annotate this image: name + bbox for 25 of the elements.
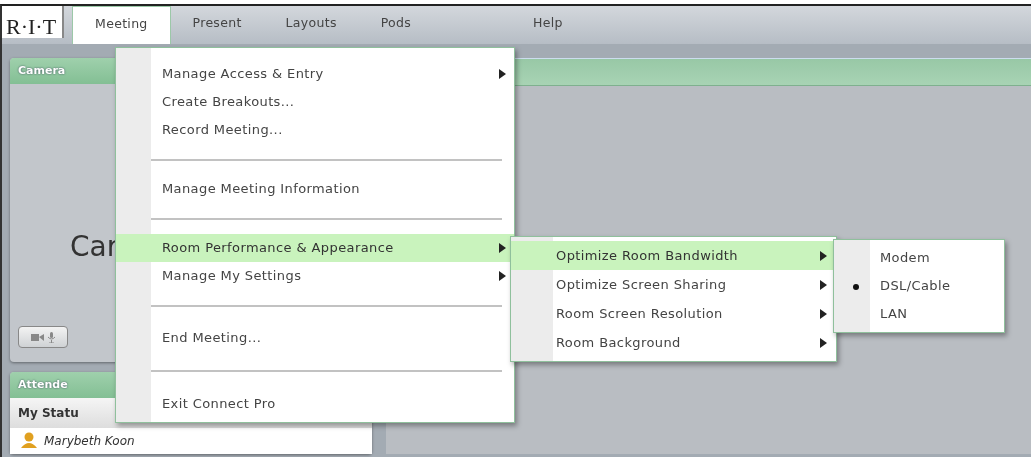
logo: R·I·T — [2, 6, 65, 38]
menu-option[interactable]: Create Breakouts... — [116, 88, 514, 116]
menu-option[interactable]: Room Background — [511, 328, 836, 357]
attendee-name: Marybeth Koon — [44, 433, 135, 450]
menu-option[interactable]: Record Meeting... — [116, 116, 514, 144]
camera-voice-button[interactable] — [18, 326, 68, 348]
menu-option[interactable]: Manage Meeting Information — [116, 175, 514, 203]
menu-item[interactable]: Meeting — [72, 6, 171, 44]
menu-option[interactable]: Manage My Settings — [116, 262, 514, 290]
menu-option[interactable]: Optimize Room Bandwidth — [511, 241, 836, 270]
menu-option[interactable]: Modem — [834, 244, 1004, 272]
menu-option[interactable]: Optimize Screen Sharing — [511, 270, 836, 299]
person-icon — [20, 432, 38, 448]
microphone-icon — [46, 331, 56, 343]
menu-item[interactable]: Present — [170, 6, 264, 44]
menu-option[interactable]: End Meeting... — [116, 321, 514, 355]
menu-option[interactable]: DSL/Cable — [834, 272, 1004, 300]
menu-option[interactable]: LAN — [834, 300, 1004, 328]
camera-icon — [30, 332, 44, 342]
menu-option[interactable]: Room Performance & Appearance — [116, 234, 514, 262]
menu-item[interactable]: Pods — [358, 6, 434, 44]
menu-option[interactable]: Room Screen Resolution — [511, 299, 836, 328]
camera-placeholder-text: Car — [70, 229, 119, 265]
menu-item[interactable]: Layouts — [263, 6, 359, 44]
menu-item[interactable]: Help — [511, 6, 585, 44]
